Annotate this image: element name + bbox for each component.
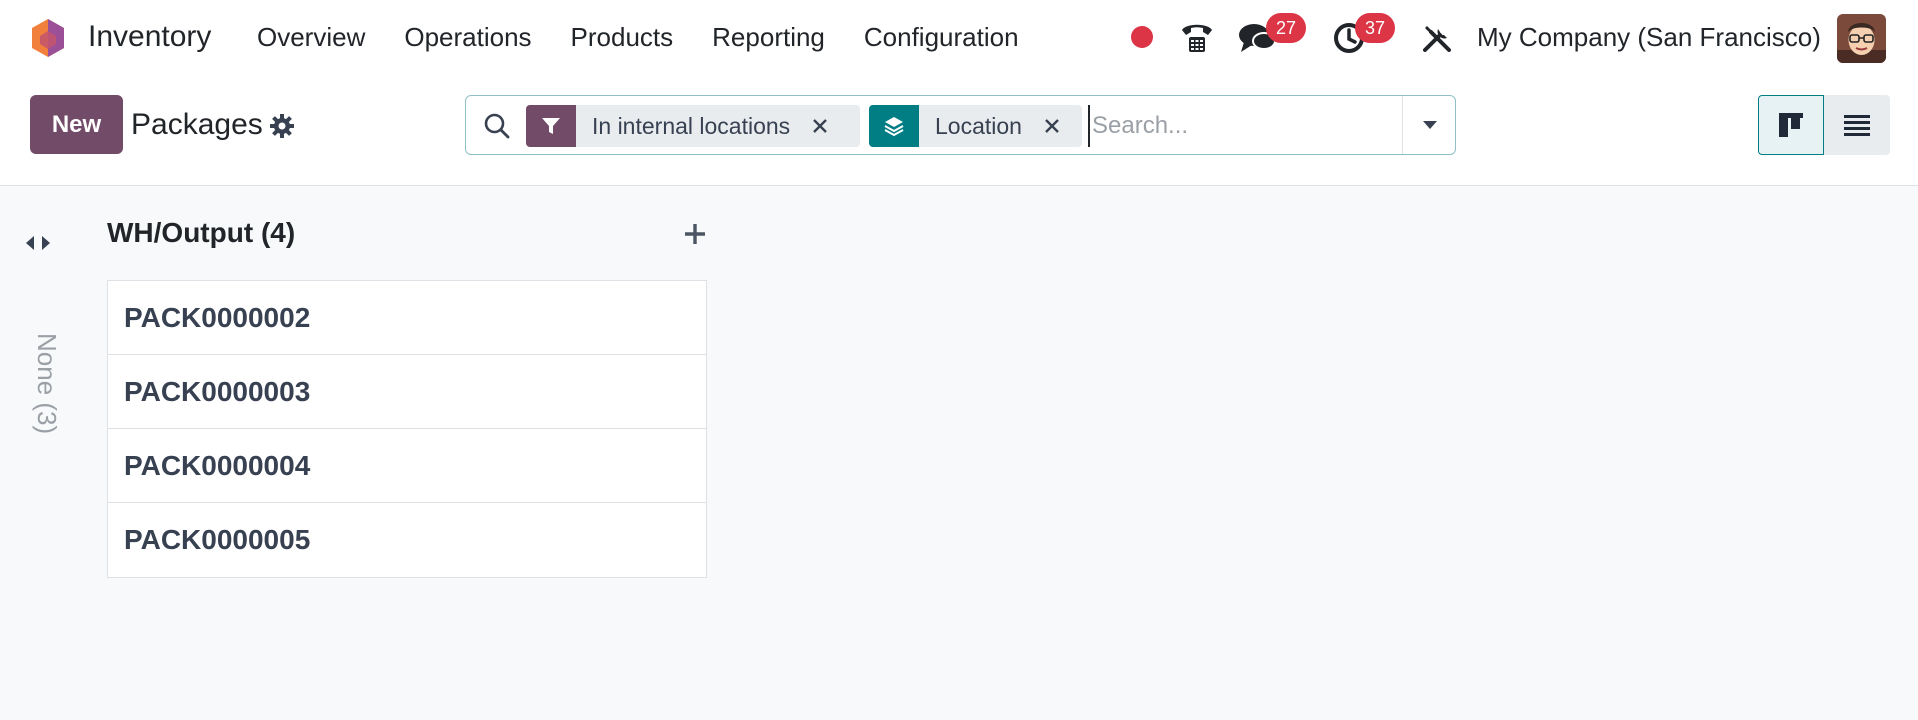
new-button[interactable]: New bbox=[30, 95, 123, 154]
kanban-card[interactable]: PACK0000002 bbox=[108, 281, 706, 355]
menu-item-overview[interactable]: Overview bbox=[257, 22, 365, 53]
kanban-card[interactable]: PACK0000004 bbox=[108, 429, 706, 503]
menu-item-reporting[interactable]: Reporting bbox=[712, 22, 825, 53]
kanban-view-icon bbox=[1779, 113, 1803, 137]
folded-column[interactable]: None (3) bbox=[14, 233, 62, 434]
menu-item-products[interactable]: Products bbox=[571, 22, 674, 53]
group-by-facet: Location bbox=[869, 105, 1082, 147]
app-name[interactable]: Inventory bbox=[88, 20, 211, 54]
recording-indicator-icon[interactable] bbox=[1131, 26, 1153, 48]
menu-item-operations[interactable]: Operations bbox=[404, 22, 531, 53]
list-view-button[interactable] bbox=[1824, 95, 1890, 155]
folded-column-title: None (3) bbox=[32, 333, 62, 435]
menu-item-configuration[interactable]: Configuration bbox=[864, 22, 1019, 53]
kanban-column-cards: PACK0000002 PACK0000003 PACK0000004 PACK… bbox=[107, 280, 707, 578]
group-by-facet-label: Location bbox=[935, 112, 1022, 139]
search-options-toggle[interactable] bbox=[1402, 96, 1456, 154]
view-switcher bbox=[1758, 95, 1890, 155]
page-title: Packages bbox=[131, 108, 263, 141]
odoo-app-icon[interactable] bbox=[29, 17, 67, 59]
top-navbar: Inventory Overview Operations Products R… bbox=[0, 0, 1918, 76]
search-icon[interactable] bbox=[483, 112, 511, 140]
kanban-card[interactable]: PACK0000003 bbox=[108, 355, 706, 429]
main-menu: Overview Operations Products Reporting C… bbox=[257, 22, 1058, 53]
list-view-icon bbox=[1844, 115, 1870, 136]
remove-filter-close-icon[interactable] bbox=[804, 105, 836, 147]
activities-count-badge: 37 bbox=[1355, 13, 1395, 43]
search-bar: In internal locations Location bbox=[465, 95, 1456, 155]
filter-facet-label: In internal locations bbox=[592, 112, 791, 139]
search-input[interactable] bbox=[1088, 105, 1398, 147]
expand-arrows-icon bbox=[26, 236, 50, 250]
control-panel: New Packages In internal locations Locat… bbox=[0, 76, 1918, 186]
gear-icon[interactable] bbox=[269, 113, 295, 139]
debug-tools-icon[interactable] bbox=[1420, 21, 1454, 55]
kanban-board: None (3) WH/Output (4) PACK0000002 PACK0… bbox=[0, 187, 1918, 720]
group-by-icon bbox=[869, 105, 919, 147]
phone-icon[interactable] bbox=[1178, 18, 1216, 56]
remove-group-by-close-icon[interactable] bbox=[1036, 105, 1068, 147]
filter-icon bbox=[526, 105, 576, 147]
messages-count-badge: 27 bbox=[1266, 13, 1306, 43]
company-switcher[interactable]: My Company (San Francisco) bbox=[1477, 22, 1821, 53]
user-avatar[interactable] bbox=[1837, 14, 1886, 63]
filter-facet: In internal locations bbox=[526, 105, 860, 147]
kanban-view-button[interactable] bbox=[1758, 95, 1824, 155]
caret-down-icon bbox=[1422, 121, 1437, 129]
column-title: WH/Output (4) bbox=[107, 217, 296, 248]
kanban-card[interactable]: PACK0000005 bbox=[108, 503, 706, 577]
quick-create-plus-icon[interactable] bbox=[681, 220, 709, 248]
